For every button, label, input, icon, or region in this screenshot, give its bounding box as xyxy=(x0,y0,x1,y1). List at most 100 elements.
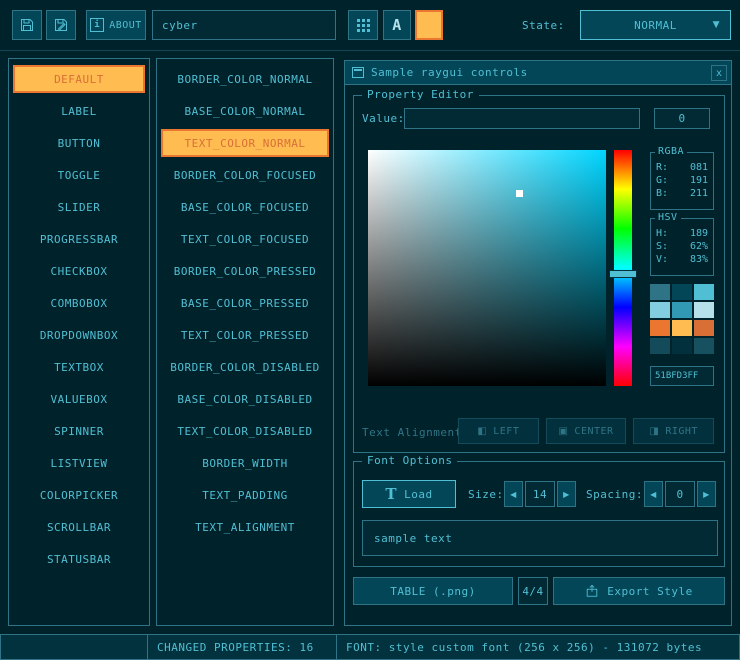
hue-slider[interactable] xyxy=(614,150,632,386)
font-edit-button[interactable]: A xyxy=(383,10,411,40)
palette-swatch[interactable] xyxy=(650,320,670,336)
alignment-toggle[interactable]: ◧ LEFT xyxy=(458,418,539,444)
properties-list-item[interactable]: TEXT_COLOR_NORMAL xyxy=(161,129,329,157)
spacing-value[interactable]: 0 xyxy=(665,481,695,507)
properties-list-item[interactable]: BASE_COLOR_NORMAL xyxy=(161,97,329,125)
channel-value: 189 xyxy=(690,228,708,239)
palette-swatch[interactable] xyxy=(672,338,692,354)
table-page-indicator[interactable]: 4/4 xyxy=(518,577,548,605)
controls-list-item[interactable]: SCROLLBAR xyxy=(13,513,145,541)
controls-list-item[interactable]: SLIDER xyxy=(13,193,145,221)
state-dropdown[interactable]: NORMAL ▼ xyxy=(580,10,731,40)
palette-swatch[interactable] xyxy=(672,284,692,300)
channel-value: 211 xyxy=(690,188,708,199)
save-style-button[interactable] xyxy=(12,10,42,40)
controls-list-item[interactable]: PROGRESSBAR xyxy=(13,225,145,253)
size-increment-button[interactable]: ▶ xyxy=(557,481,576,507)
color-picker-cursor[interactable] xyxy=(516,190,523,197)
palette-swatch[interactable] xyxy=(650,302,670,318)
properties-list-item[interactable]: BASE_COLOR_FOCUSED xyxy=(161,193,329,221)
controls-list-item[interactable]: TOGGLE xyxy=(13,161,145,189)
state-label: State: xyxy=(522,10,565,40)
spacing-decrement-button[interactable]: ◀ xyxy=(644,481,663,507)
about-label: ABOUT xyxy=(109,20,142,31)
properties-list-item[interactable]: TEXT_COLOR_DISABLED xyxy=(161,417,329,445)
rgba-rows: R: 081 G: 191 B: 211 xyxy=(651,153,713,199)
hsv-row: S: 62% xyxy=(656,241,708,252)
properties-list-item[interactable]: BASE_COLOR_PRESSED xyxy=(161,289,329,317)
value-label: Value: xyxy=(362,112,405,125)
save-as-button[interactable] xyxy=(46,10,76,40)
window-title: Sample raygui controls xyxy=(371,66,528,79)
size-decrement-button[interactable]: ◀ xyxy=(504,481,523,507)
font-load-button[interactable]: T Load xyxy=(362,480,456,508)
controls-list-item[interactable]: TEXTBOX xyxy=(13,353,145,381)
alignment-toggle-label: LEFT xyxy=(493,426,519,437)
font-a-icon: A xyxy=(392,16,402,34)
hsv-row: H: 189 xyxy=(656,228,708,239)
properties-list-item[interactable]: BORDER_COLOR_FOCUSED xyxy=(161,161,329,189)
style-color-button[interactable] xyxy=(415,10,443,40)
close-button[interactable]: x xyxy=(711,65,727,81)
palette-swatch[interactable] xyxy=(650,338,670,354)
grid-icon xyxy=(356,18,371,33)
palette-swatch[interactable] xyxy=(694,320,714,336)
size-label: Size: xyxy=(468,480,504,508)
controls-list-item[interactable]: VALUEBOX xyxy=(13,385,145,413)
channel-label: B: xyxy=(656,188,668,199)
statusbar-font-info: FONT: style custom font (256 x 256) - 13… xyxy=(336,634,740,660)
export-style-button[interactable]: Export Style xyxy=(553,577,725,605)
palette-swatch[interactable] xyxy=(650,284,670,300)
controls-list-item[interactable]: BUTTON xyxy=(13,129,145,157)
controls-list-item[interactable]: COMBOBOX xyxy=(13,289,145,317)
hue-slider-handle[interactable] xyxy=(609,270,637,278)
palette-swatch[interactable] xyxy=(672,320,692,336)
alignment-toggle[interactable]: ◨ RIGHT xyxy=(633,418,714,444)
rgba-group: RGBA R: 081 G: 191 xyxy=(650,152,714,210)
palette-swatch[interactable] xyxy=(672,302,692,318)
window-titlebar[interactable]: Sample raygui controls x xyxy=(345,61,731,85)
controls-list-item[interactable]: CHECKBOX xyxy=(13,257,145,285)
properties-list-item[interactable]: TEXT_COLOR_PRESSED xyxy=(161,321,329,349)
controls-list-item[interactable]: DROPDOWNBOX xyxy=(13,321,145,349)
properties-list-item[interactable]: BORDER_WIDTH xyxy=(161,449,329,477)
save-icon xyxy=(19,17,35,33)
controls-list-item[interactable]: COLORPICKER xyxy=(13,481,145,509)
palette-swatch[interactable] xyxy=(694,338,714,354)
spacing-increment-button[interactable]: ▶ xyxy=(697,481,716,507)
table-export-button[interactable]: TABLE (.png) xyxy=(353,577,513,605)
properties-list-item[interactable]: TEXT_COLOR_FOCUSED xyxy=(161,225,329,253)
properties-list-item[interactable]: BORDER_COLOR_PRESSED xyxy=(161,257,329,285)
style-name-input[interactable] xyxy=(152,10,336,40)
hex-color-input[interactable]: 51BFD3FF xyxy=(650,366,714,386)
sample-controls-window: Sample raygui controls x Property Editor… xyxy=(344,60,732,626)
sample-text-input[interactable]: sample text xyxy=(362,520,718,556)
controls-list-item[interactable]: STATUSBAR xyxy=(13,545,145,573)
controls-list-item[interactable]: SPINNER xyxy=(13,417,145,445)
properties-list-item[interactable]: BASE_COLOR_DISABLED xyxy=(161,385,329,413)
color-picker-panel[interactable] xyxy=(368,150,606,386)
rgba-row: B: 211 xyxy=(656,188,708,199)
palette-swatch[interactable] xyxy=(694,302,714,318)
value-box[interactable]: 0 xyxy=(654,108,710,129)
controls-list-item[interactable]: LABEL xyxy=(13,97,145,125)
properties-list-item[interactable]: BORDER_COLOR_NORMAL xyxy=(161,65,329,93)
statusbar-changed-properties: CHANGED PROPERTIES: 16 xyxy=(147,634,337,660)
properties-list-item[interactable]: TEXT_ALIGNMENT xyxy=(161,513,329,541)
export-icon xyxy=(585,584,599,598)
about-button[interactable]: i ABOUT xyxy=(86,10,146,40)
controls-list-item[interactable]: LISTVIEW xyxy=(13,449,145,477)
channel-label: H: xyxy=(656,228,668,239)
spacing-label: Spacing: xyxy=(586,480,643,508)
grid-view-button[interactable] xyxy=(348,10,378,40)
controls-list-item[interactable]: DEFAULT xyxy=(13,65,145,93)
alignment-toggle[interactable]: ▣ CENTER xyxy=(546,418,627,444)
chevron-down-icon: ▼ xyxy=(713,20,720,30)
properties-list-item[interactable]: BORDER_COLOR_DISABLED xyxy=(161,353,329,381)
properties-list-item[interactable]: TEXT_PADDING xyxy=(161,481,329,509)
palette-swatch[interactable] xyxy=(694,284,714,300)
size-value[interactable]: 14 xyxy=(525,481,555,507)
value-input[interactable] xyxy=(404,108,640,129)
rgba-row: G: 191 xyxy=(656,175,708,186)
font-load-icon: T xyxy=(385,485,397,503)
